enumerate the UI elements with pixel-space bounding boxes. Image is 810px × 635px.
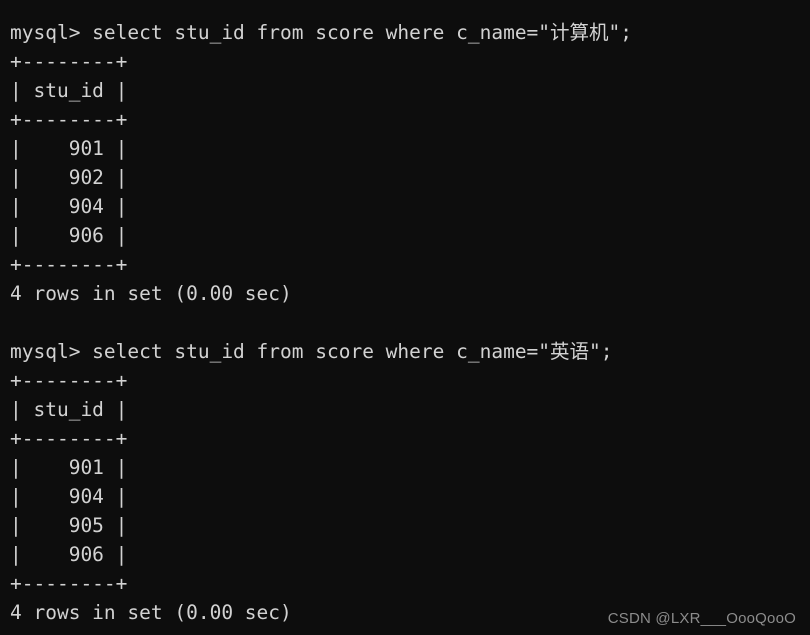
- table-separator-bottom: +--------+: [10, 253, 128, 276]
- table-row: | 902 |: [10, 166, 128, 189]
- csdn-watermark: CSDN @LXR___OooQooO: [607, 610, 796, 627]
- table-row: | 904 |: [10, 195, 128, 218]
- table-separator-mid: +--------+: [10, 427, 128, 450]
- table-separator-mid: +--------+: [10, 108, 128, 131]
- command-line: mysql> select stu_id from score where c_…: [10, 21, 633, 44]
- table-row: | 906 |: [10, 543, 128, 566]
- table-row: | 905 |: [10, 514, 128, 537]
- table-row: | 904 |: [10, 485, 128, 508]
- table-separator-top: +--------+: [10, 369, 128, 392]
- table-row: | 906 |: [10, 224, 128, 247]
- terminal-window[interactable]: mysql> select stu_id from score where c_…: [0, 0, 810, 635]
- table-header-row: | stu_id |: [10, 79, 128, 102]
- table-row: | 901 |: [10, 137, 128, 160]
- table-row: | 901 |: [10, 456, 128, 479]
- result-status: 4 rows in set (0.00 sec): [10, 282, 292, 305]
- table-separator-top: +--------+: [10, 50, 128, 73]
- table-header-row: | stu_id |: [10, 398, 128, 421]
- command-line: mysql> select stu_id from score where c_…: [10, 340, 613, 363]
- table-separator-bottom: +--------+: [10, 572, 128, 595]
